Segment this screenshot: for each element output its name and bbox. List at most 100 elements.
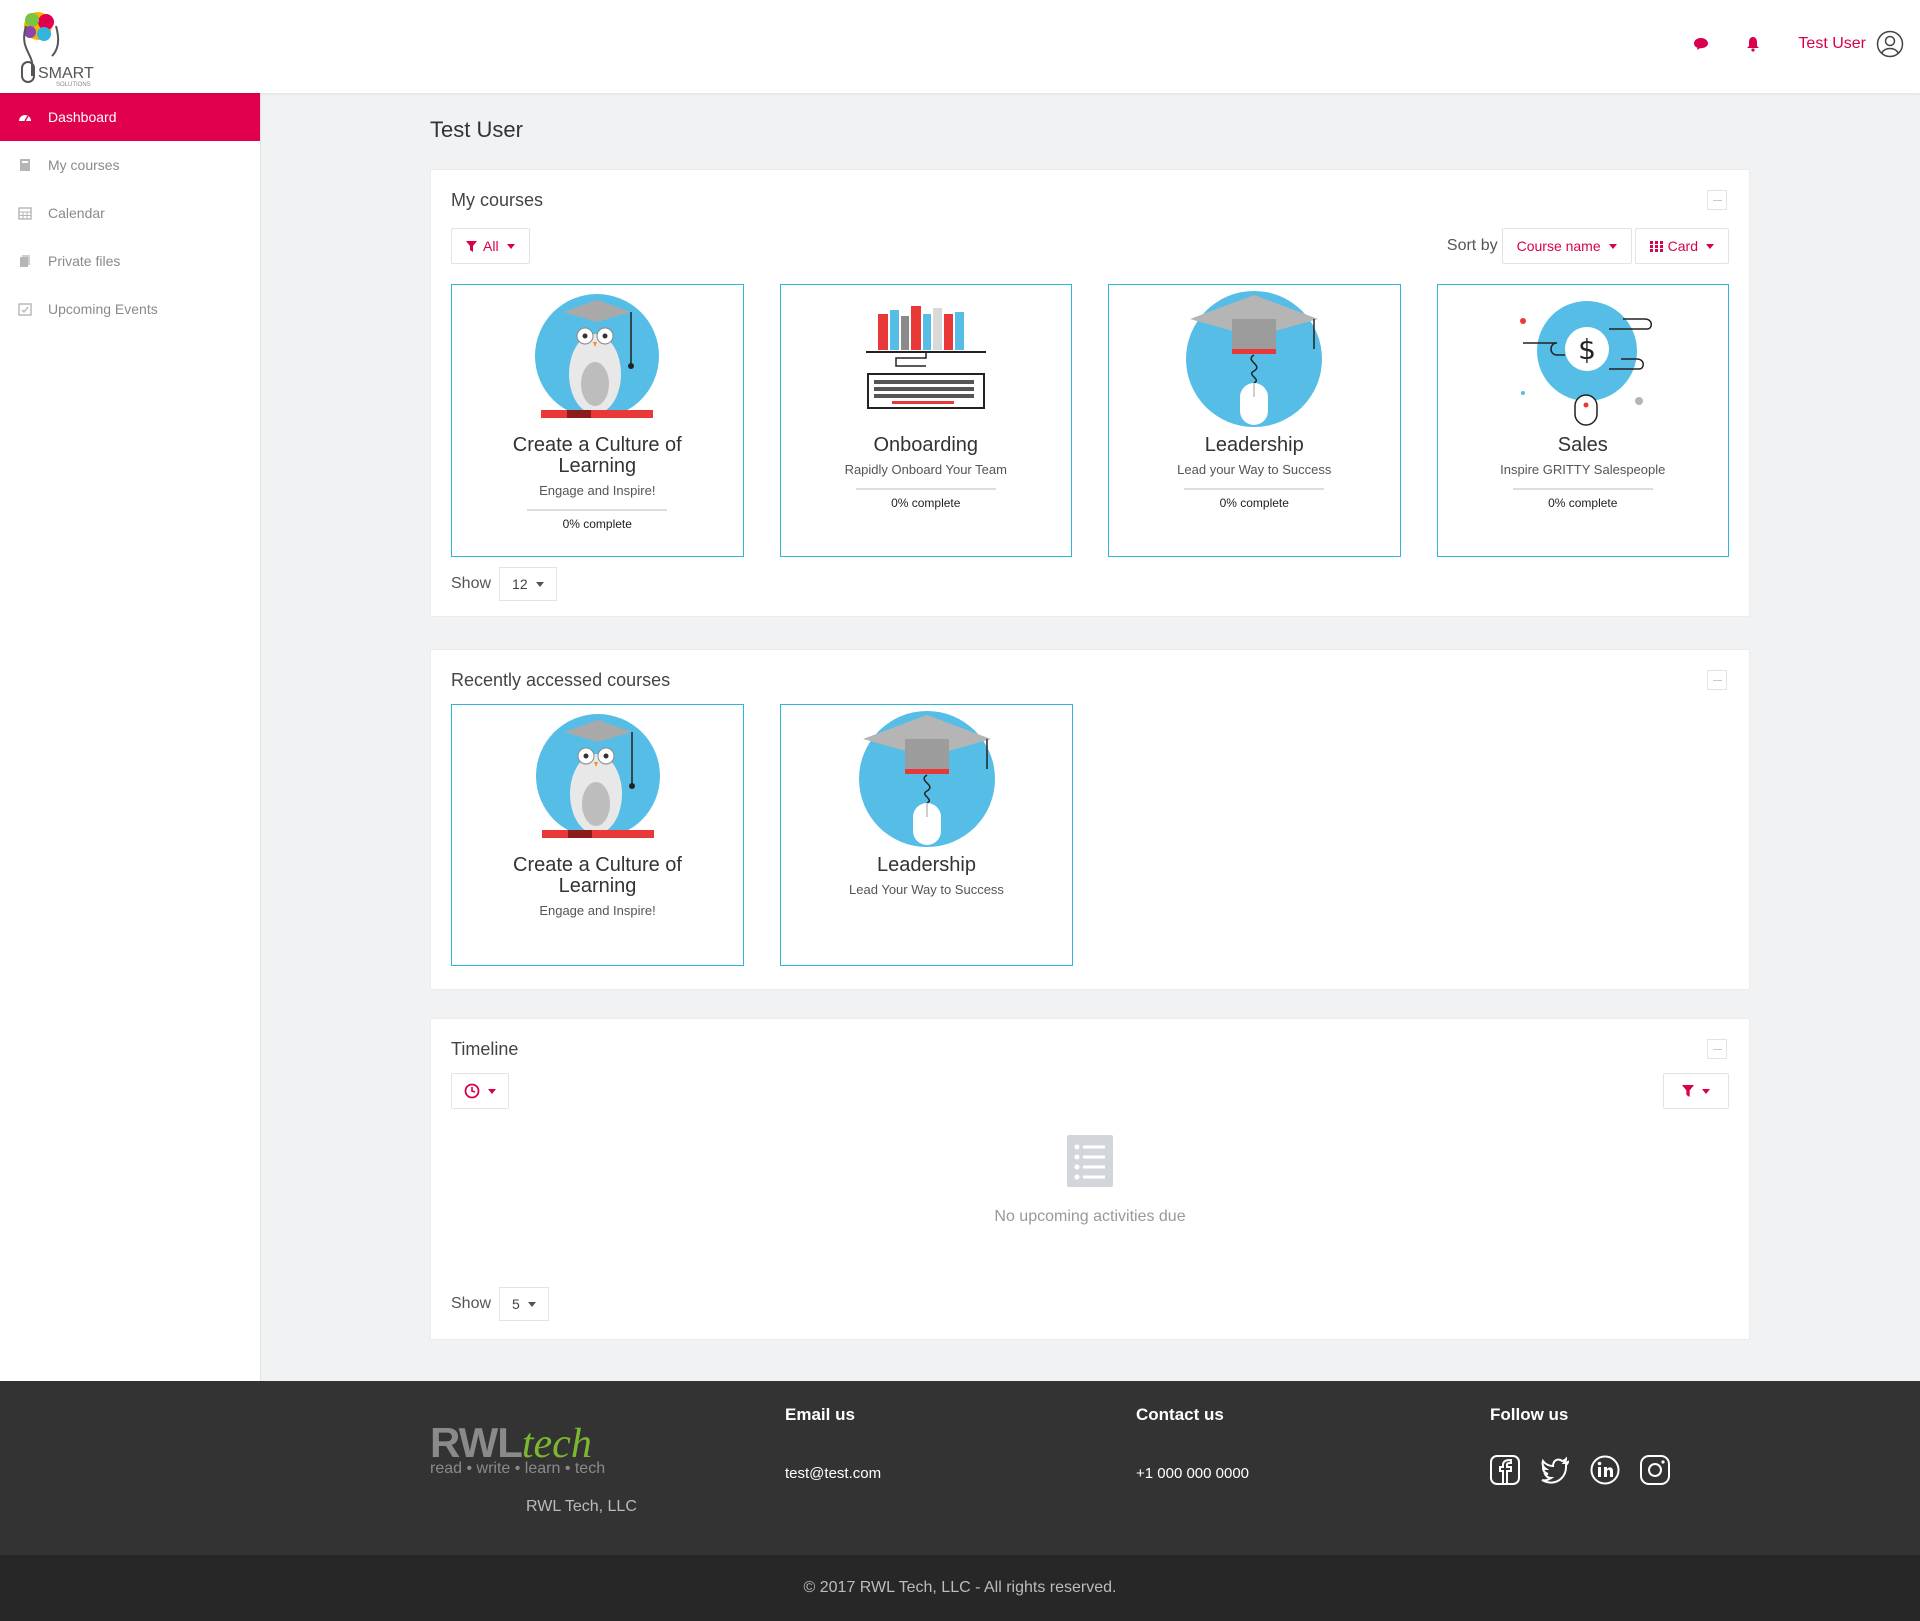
- user-avatar-icon[interactable]: [1876, 30, 1904, 58]
- course-subtitle: Lead your Way to Success: [1177, 462, 1332, 477]
- timeline-card: Timeline No upcoming activities due Show…: [430, 1018, 1750, 1340]
- course-card[interactable]: Create a Culture of Learning Engage and …: [451, 284, 744, 557]
- course-subtitle: Engage and Inspire!: [539, 483, 656, 498]
- my-courses-card: My courses All Sort by Course name Card …: [430, 169, 1750, 617]
- timeline-sort-dropdown[interactable]: [451, 1073, 509, 1109]
- course-name: Leadership: [1204, 434, 1304, 456]
- main-content: Test User My courses All Sort by Course …: [430, 93, 1750, 1340]
- timeline-filter-dropdown[interactable]: [1663, 1073, 1729, 1109]
- calendar-check-icon: [18, 302, 32, 316]
- page-title: Test User: [430, 117, 523, 142]
- linkedin-icon[interactable]: [1590, 1455, 1620, 1485]
- sidebar-item-upcoming-events[interactable]: Upcoming Events: [0, 285, 260, 333]
- calendar-icon: [18, 206, 32, 220]
- course-card[interactable]: $ Sales Inspire GRITTY Salespeople 0% co…: [1436, 284, 1729, 557]
- course-progress: 0% complete: [1184, 488, 1325, 514]
- course-card[interactable]: Onboarding Rapidly Onboard Your Team 0% …: [779, 284, 1072, 557]
- rwl-tech-logo: RWLtech read • write • learn • tech: [430, 1419, 630, 1489]
- follow-heading: Follow us: [1490, 1405, 1569, 1424]
- course-card[interactable]: Create a Culture of Learning Engage and …: [451, 704, 744, 966]
- show-count-dropdown[interactable]: 12: [499, 567, 557, 601]
- show-count-dropdown[interactable]: 5: [499, 1287, 549, 1321]
- logo-text: SMART: [38, 65, 94, 82]
- filter-label: All: [483, 238, 499, 254]
- grid-icon: [1649, 240, 1663, 252]
- collapse-button[interactable]: [1707, 190, 1727, 210]
- graduation-mouse-icon: [1109, 285, 1400, 427]
- empty-message: No upcoming activities due: [994, 1208, 1186, 1225]
- course-progress: 0% complete: [855, 488, 996, 514]
- course-name: Sales: [1557, 434, 1608, 456]
- book-icon: [18, 158, 32, 172]
- filter-all-dropdown[interactable]: All: [451, 228, 530, 264]
- chevron-down-icon: [1706, 243, 1714, 249]
- top-header: SMART SOLUTIONS Test User: [0, 0, 1920, 93]
- instagram-icon[interactable]: [1640, 1455, 1670, 1485]
- email-heading: Email us: [785, 1405, 855, 1424]
- files-icon: [18, 254, 32, 268]
- brand-main: RWL: [430, 1419, 523, 1466]
- sort-value: Course name: [1516, 238, 1601, 254]
- phone-number[interactable]: +1 000 000 0000: [1136, 1465, 1249, 1482]
- chevron-down-icon: [535, 581, 544, 587]
- copyright-text: © 2017 RWL Tech, LLC - All rights reserv…: [803, 1579, 1117, 1596]
- sidebar-item-private-files[interactable]: Private files: [0, 237, 260, 285]
- sidebar-item-label: Calendar: [48, 205, 105, 221]
- user-name[interactable]: Test User: [1798, 35, 1866, 53]
- contact-heading: Contact us: [1136, 1405, 1224, 1424]
- sidebar-item-calendar[interactable]: Calendar: [0, 189, 260, 237]
- course-subtitle: Inspire GRITTY Salespeople: [1500, 462, 1666, 477]
- chevron-down-icon: [527, 1301, 536, 1307]
- show-label: Show: [451, 575, 492, 592]
- sidebar-item-label: Upcoming Events: [48, 301, 158, 317]
- sidebar-item-label: Private files: [48, 253, 121, 269]
- collapse-button[interactable]: [1707, 670, 1727, 690]
- course-card[interactable]: Leadership Lead your Way to Success 0% c…: [1108, 284, 1401, 557]
- sidebar-item-dashboard[interactable]: Dashboard: [0, 93, 260, 141]
- course-name: Leadership: [877, 854, 976, 876]
- timeline-empty-state: No upcoming activities due: [451, 1135, 1729, 1226]
- facebook-icon[interactable]: [1490, 1455, 1520, 1485]
- owl-icon: [452, 285, 743, 425]
- owl-icon: [452, 705, 743, 845]
- sidebar-nav: Dashboard My courses Calendar Private fi…: [0, 93, 261, 1381]
- course-name: Onboarding: [873, 434, 979, 456]
- sidebar-item-label: Dashboard: [48, 109, 117, 125]
- course-subtitle: Lead Your Way to Success: [849, 882, 1004, 897]
- course-progress: 0% complete: [1512, 488, 1653, 514]
- chevron-down-icon: [1702, 1088, 1710, 1094]
- view-value: Card: [1667, 238, 1698, 254]
- collapse-button[interactable]: [1707, 1039, 1727, 1059]
- course-card[interactable]: Leadership Lead Your Way to Success: [780, 704, 1073, 966]
- sort-dropdown[interactable]: Course name: [1501, 228, 1632, 264]
- logo-subtext: SOLUTIONS: [56, 82, 91, 88]
- recent-courses-card: Recently accessed courses Create a Cultu…: [430, 649, 1750, 990]
- course-progress: 0% complete: [527, 509, 668, 535]
- messages-icon[interactable]: [1690, 33, 1712, 55]
- graduation-mouse-icon: [781, 705, 1072, 847]
- course-name: Create a Culture of Learning: [512, 434, 682, 477]
- company-name: RWL Tech, LLC: [526, 1498, 637, 1515]
- clock-icon: [464, 1083, 480, 1099]
- timeline-title: Timeline: [451, 1039, 519, 1059]
- course-name: Create a Culture of Learning: [513, 854, 682, 897]
- show-label: Show: [451, 1295, 492, 1312]
- chevron-down-icon: [506, 243, 515, 249]
- show-value: 12: [512, 576, 528, 592]
- bell-icon[interactable]: [1742, 33, 1764, 55]
- sidebar-item-my-courses[interactable]: My courses: [0, 141, 260, 189]
- dollar-mouse-icon: $: [1438, 285, 1729, 426]
- recent-courses-title: Recently accessed courses: [451, 670, 671, 690]
- view-dropdown[interactable]: Card: [1634, 228, 1729, 264]
- dashboard-icon: [18, 110, 32, 124]
- course-subtitle: Rapidly Onboard Your Team: [844, 462, 1007, 477]
- books-keyboard-icon: [781, 285, 1072, 425]
- list-icon: [1067, 1135, 1113, 1187]
- email-link[interactable]: test@test.com: [785, 1465, 881, 1482]
- smart-solutions-logo[interactable]: SMART SOLUTIONS: [16, 6, 98, 88]
- chevron-down-icon: [488, 1088, 496, 1094]
- twitter-icon[interactable]: [1540, 1455, 1570, 1485]
- my-courses-title: My courses: [451, 190, 544, 210]
- svg-text:$: $: [1578, 333, 1596, 366]
- filter-icon: [466, 240, 477, 252]
